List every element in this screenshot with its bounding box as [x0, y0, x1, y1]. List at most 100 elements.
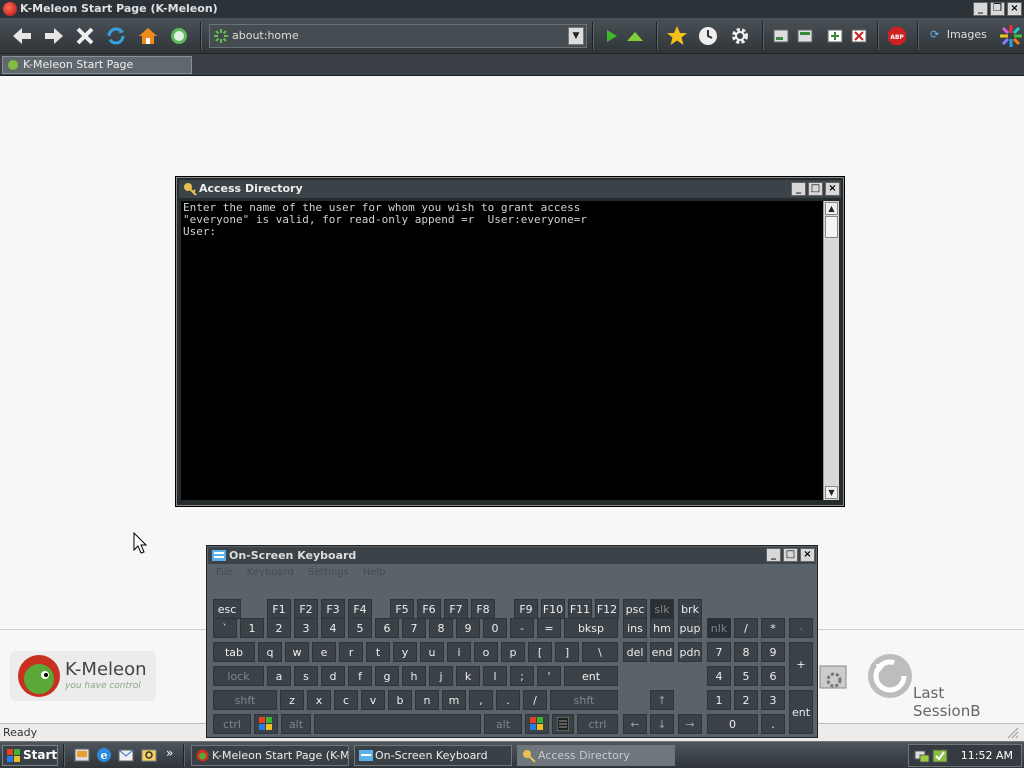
key-bslash[interactable]: \ — [582, 642, 618, 662]
key-slk[interactable]: slk — [650, 599, 674, 619]
key-k8[interactable]: 8 — [734, 642, 758, 662]
key-k9[interactable]: 9 — [761, 642, 785, 662]
key-ins[interactable]: ins — [623, 618, 647, 638]
scroll-down-arrow[interactable]: ▼ — [825, 486, 838, 499]
scroll-up-arrow[interactable]: ▲ — [825, 202, 838, 215]
key-slash[interactable]: / — [523, 690, 547, 710]
key-f8[interactable]: F8 — [471, 599, 495, 619]
osk-menu-settings[interactable]: Settings — [308, 565, 349, 581]
key-k1[interactable]: 1 — [707, 690, 731, 710]
key-esc[interactable]: esc — [213, 599, 241, 619]
key-k4[interactable]: 4 — [707, 666, 731, 686]
new-window-button[interactable] — [822, 23, 848, 49]
last-session-button[interactable]: Last SessionB — [866, 652, 1016, 720]
key-arrow-up[interactable]: ↑ — [650, 690, 674, 710]
tray-network-icon[interactable] — [914, 748, 930, 764]
key-p[interactable]: p — [501, 642, 525, 662]
key-pdn[interactable]: pdn — [678, 642, 702, 662]
task-access-directory[interactable]: Access Directory — [517, 745, 675, 766]
quicklaunch-outlook-icon[interactable] — [118, 747, 134, 763]
key-k6[interactable]: 6 — [761, 666, 785, 686]
stop-button[interactable] — [72, 23, 98, 49]
window-tool-1-button[interactable] — [768, 23, 794, 49]
key-a[interactable]: a — [267, 666, 291, 686]
key-rshft[interactable]: shft — [550, 690, 618, 710]
adblock-button[interactable]: ABP — [884, 23, 910, 49]
on-screen-keyboard-window[interactable]: On-Screen Keyboard _ □ × File Keyboard S… — [206, 545, 818, 738]
start-button[interactable]: Start — [2, 745, 58, 766]
key-windows-left[interactable] — [254, 714, 278, 734]
key-menu[interactable] — [552, 714, 574, 734]
settings-shortcut[interactable] — [818, 662, 850, 692]
key-equals[interactable]: = — [537, 618, 561, 638]
restore-button[interactable]: ❐ — [990, 2, 1005, 16]
key-semi[interactable]: ; — [510, 666, 534, 686]
key-rctrl[interactable]: ctrl — [577, 714, 618, 734]
key-kadd[interactable]: + — [789, 642, 813, 686]
quicklaunch-overflow[interactable]: » — [166, 746, 173, 760]
key-f6[interactable]: F6 — [417, 599, 441, 619]
key-pup[interactable]: pup — [678, 618, 702, 638]
task-kmeleon[interactable]: K-Meleon Start Page (K-M... — [191, 745, 349, 766]
osk-minimize-button[interactable]: _ — [766, 548, 781, 562]
key-u[interactable]: u — [420, 642, 444, 662]
window-tool-2-button[interactable] — [792, 23, 818, 49]
key-f[interactable]: f — [348, 666, 372, 686]
key-y[interactable]: y — [393, 642, 417, 662]
key-k2[interactable]: 2 — [734, 690, 758, 710]
key-k0[interactable]: 0 — [707, 714, 758, 734]
cmd-minimize-button[interactable]: _ — [791, 182, 806, 196]
close-window-button[interactable] — [846, 23, 872, 49]
access-directory-window[interactable]: Access Directory _ □ × Enter the name of… — [176, 177, 844, 506]
key-i[interactable]: i — [447, 642, 471, 662]
key-k[interactable]: k — [456, 666, 480, 686]
key-x[interactable]: x — [307, 690, 331, 710]
key-f12[interactable]: F12 — [595, 599, 619, 619]
key-f2[interactable]: F2 — [294, 599, 318, 619]
osk-menu-keyboard[interactable]: Keyboard — [247, 565, 294, 581]
scroll-thumb[interactable] — [825, 216, 838, 238]
key-n9[interactable]: 9 — [456, 618, 480, 638]
key-b[interactable]: b — [388, 690, 412, 710]
key-period[interactable]: . — [496, 690, 520, 710]
key-f3[interactable]: F3 — [321, 599, 345, 619]
quicklaunch-search-icon[interactable] — [141, 747, 157, 763]
console-output[interactable]: Enter the name of the user for whom you … — [181, 201, 823, 500]
key-quote[interactable]: ' — [537, 666, 561, 686]
key-v[interactable]: v — [361, 690, 385, 710]
key-kdiv[interactable]: / — [734, 618, 758, 638]
close-button[interactable]: × — [1007, 2, 1022, 16]
key-minus[interactable]: - — [510, 618, 534, 638]
kmeleon-button[interactable] — [166, 23, 192, 49]
key-f9[interactable]: F9 — [514, 599, 538, 619]
key-brk[interactable]: brk — [678, 599, 702, 619]
key-n8[interactable]: 8 — [429, 618, 453, 638]
key-s[interactable]: s — [294, 666, 318, 686]
key-n[interactable]: n — [415, 690, 439, 710]
console-scrollbar[interactable]: ▲ ▼ — [823, 201, 839, 500]
key-grave[interactable]: ` — [213, 618, 237, 638]
key-f10[interactable]: F10 — [541, 599, 565, 619]
key-r[interactable]: r — [339, 642, 363, 662]
key-windows-right[interactable] — [525, 714, 549, 734]
key-space[interactable] — [314, 714, 481, 734]
key-lalt[interactable]: alt — [281, 714, 311, 734]
key-d[interactable]: d — [321, 666, 345, 686]
key-ralt[interactable]: alt — [484, 714, 522, 734]
bookmarks-button[interactable] — [664, 23, 690, 49]
images-toggle-button[interactable]: ⟳ Images — [930, 28, 987, 41]
cmd-maximize-button[interactable]: □ — [808, 182, 823, 196]
key-del[interactable]: del — [623, 642, 647, 662]
osk-menu-file[interactable]: File — [216, 565, 233, 581]
key-e[interactable]: e — [312, 642, 336, 662]
key-hm[interactable]: hm — [650, 618, 674, 638]
osk-maximize-button[interactable]: □ — [783, 548, 798, 562]
cmd-close-button[interactable]: × — [825, 182, 840, 196]
go-button[interactable] — [598, 23, 624, 49]
key-kent[interactable]: ent — [789, 690, 813, 734]
clock[interactable]: 11:52 AM — [961, 749, 1013, 762]
key-n5[interactable]: 5 — [348, 618, 372, 638]
history-button[interactable] — [695, 23, 721, 49]
key-lctrl[interactable]: ctrl — [213, 714, 251, 734]
key-f5[interactable]: F5 — [390, 599, 414, 619]
